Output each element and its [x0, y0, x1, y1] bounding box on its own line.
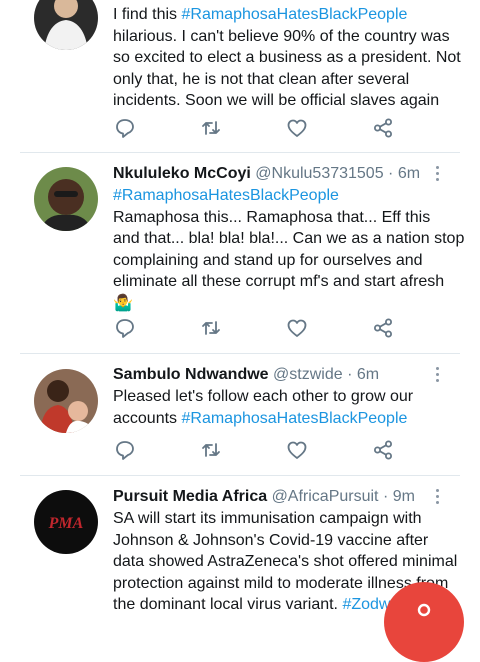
reply-icon[interactable] [114, 317, 136, 339]
heart-icon[interactable] [286, 439, 308, 461]
avatar-logo-text: PMA [48, 515, 84, 532]
tweet-text-line: #RamaphosaHatesBlackPeople [113, 185, 463, 207]
more-options-icon[interactable] [434, 166, 440, 184]
tweet-text-line: accounts #RamaphosaHatesBlackPeople [113, 408, 463, 430]
retweet-icon[interactable] [200, 317, 222, 339]
tweet-text-segment: data showed AstraZeneca's shot offered m… [113, 553, 458, 570]
author-name[interactable]: Nkululeko McCoyi [113, 165, 251, 182]
more-options-icon[interactable] [434, 367, 440, 385]
tweet-text-segment: complaining and stand up for ourselves a… [113, 251, 423, 269]
divider [20, 353, 460, 354]
compose-fab-icon [417, 603, 431, 617]
tweet-text-line: eliminate all these corrupt mf's and sta… [113, 271, 463, 293]
tweet-text-line: I find this #RamaphosaHatesBlackPeople [113, 4, 463, 26]
tweet-text-line: data showed AstraZeneca's shot offered m… [113, 551, 463, 573]
tweet-text-segment: accounts [113, 409, 182, 427]
tweet-text-segment: incidents. Soon we will be official slav… [113, 92, 440, 109]
tweet-text-segment: SA will start its immunisation campaign … [113, 510, 422, 527]
tweet-text-line: hilarious. I can't believe 90% of the co… [113, 26, 463, 48]
tweet-text-segment: Pleased let's follow each other to grow … [113, 388, 414, 405]
tweet-text-segment: hilarious. I can't believe 90% of the co… [113, 27, 450, 45]
tweet-text-segment: the dominant local virus variant. [113, 596, 343, 613]
author-name[interactable]: Pursuit Media Africa [113, 488, 267, 505]
hashtag-link[interactable]: #RamaphosaHatesBlackPeople [181, 6, 407, 23]
tweet-text-line: SA will start its immunisation campaign … [113, 508, 463, 530]
tweet-header: Nkululeko McCoyi @Nkulu53731505 · 6m [113, 164, 420, 184]
hashtag-link[interactable]: #RamaphosaHatesBlackPeople [113, 187, 339, 204]
share-icon[interactable] [372, 439, 394, 461]
tweet-text: Pleased let's follow each other to grow … [113, 386, 463, 429]
tweet-text-segment: Johnson & Johnson's Covid-19 vaccine aft… [113, 531, 429, 549]
reply-icon[interactable] [114, 117, 136, 139]
divider [20, 475, 460, 476]
share-icon[interactable] [372, 117, 394, 139]
author-handle: @AfricaPursuit · 9m [271, 488, 415, 505]
avatar[interactable] [34, 0, 98, 50]
tweet-text-line: incidents. Soon we will be official slav… [113, 90, 463, 112]
retweet-icon[interactable] [200, 439, 222, 461]
tweet-text: #RamaphosaHatesBlackPeople Ramaphosa this… [113, 185, 465, 315]
author-name[interactable]: Sambulo Ndwandwe [113, 366, 269, 383]
tweet-actions [0, 439, 480, 463]
tweet-text-line: Pleased let's follow each other to grow … [113, 386, 463, 408]
more-options-icon[interactable] [434, 489, 440, 507]
tweet-text-segment: I find this [113, 6, 182, 23]
tweet-text-segment: only that, he is not that clean after se… [113, 70, 410, 88]
divider [20, 152, 460, 153]
heart-icon[interactable] [286, 317, 308, 339]
tweet-text-line: so excited to elect a business as a pres… [113, 47, 463, 69]
tweet-text-segment: eliminate all these corrupt mf's and sta… [113, 273, 445, 290]
tweet-header: Pursuit Media Africa @AfricaPursuit · 9m [113, 487, 415, 507]
tweet-text-segment: 🤷‍♂️ [113, 294, 133, 312]
author-handle: @stzwide · 6m [273, 366, 380, 383]
tweet-text: I find this #RamaphosaHatesBlackPeople hi… [113, 4, 463, 112]
tweet-text-line: Johnson & Johnson's Covid-19 vaccine aft… [113, 530, 463, 552]
share-icon[interactable] [372, 317, 394, 339]
tweet-text-line: Ramaphosa this... Ramaphosa that... Eff … [113, 207, 463, 229]
reply-icon[interactable] [114, 439, 136, 461]
tweet-text-segment: so excited to elect a business as a pres… [113, 49, 461, 66]
tweet-text-line: only that, he is not that clean after se… [113, 69, 463, 91]
tweet-actions [0, 117, 480, 141]
avatar[interactable]: PMA [34, 490, 98, 554]
tweet-text-line: and that... bla! bla! bla!... Can we as … [113, 228, 465, 250]
tweet-text-segment: Ramaphosa this... Ramaphosa that... Eff … [113, 208, 431, 226]
author-handle: @Nkulu53731505 · 6m [255, 165, 421, 182]
tweet-text-line: 🤷‍♂️ [113, 293, 463, 315]
retweet-icon[interactable] [200, 117, 222, 139]
heart-icon[interactable] [286, 117, 308, 139]
hashtag-link[interactable]: #RamaphosaHatesBlackPeople [181, 410, 407, 427]
tweet-text-line: complaining and stand up for ourselves a… [113, 250, 463, 272]
tweet-text-segment: protection against mild to moderate illn… [113, 574, 449, 592]
avatar[interactable] [34, 167, 98, 231]
tweet-actions [0, 317, 480, 341]
avatar[interactable] [34, 369, 98, 433]
tweet-text-segment: and that... bla! bla! bla!... Can we as … [113, 230, 465, 247]
compose-fab-button[interactable] [384, 582, 464, 662]
tweet-header: Sambulo Ndwandwe @stzwide · 6m [113, 365, 379, 385]
